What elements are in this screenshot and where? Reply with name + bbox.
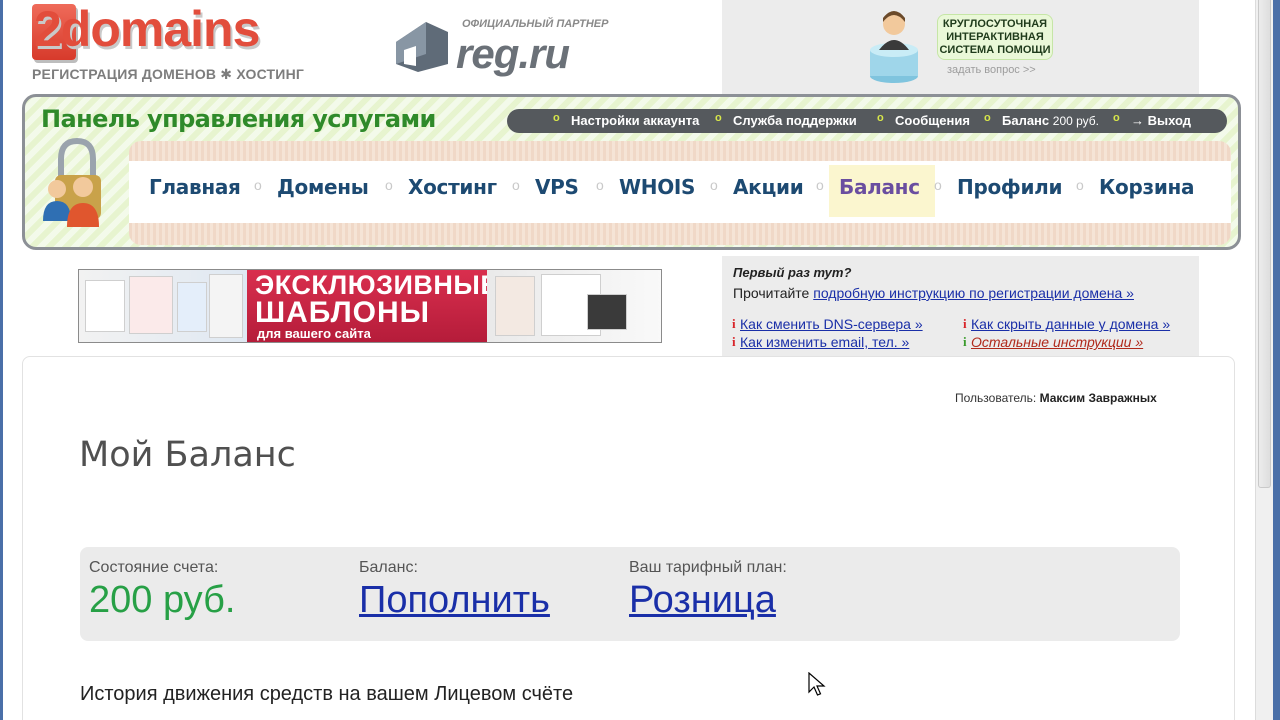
nav-cart[interactable]: Корзина <box>1099 175 1195 199</box>
nav-separator: o <box>596 177 604 193</box>
bullet-icon: o <box>984 112 991 124</box>
users-lock-icon <box>43 137 101 227</box>
logo-subtitle: РЕГИСТРАЦИЯ ДОМЕНОВ ✱ ХОСТИНГ <box>32 66 305 82</box>
help-bubble[interactable]: КРУГЛОСУТОЧНАЯ ИНТЕРАКТИВНАЯ СИСТЕМА ПОМ… <box>937 14 1053 60</box>
account-bar: o Настройки аккаунта o Служба поддержки … <box>507 109 1227 133</box>
info-icon: i <box>963 334 967 349</box>
read-prefix: Прочитайте <box>733 285 810 301</box>
tariff-plan-label: Ваш тарифный план: <box>629 559 787 576</box>
nav-home[interactable]: Главная <box>149 175 241 199</box>
templates-banner[interactable]: ЭКСКЛЮЗИВНЫЕ ШАБЛОНЫ для вашего сайта <box>78 269 662 343</box>
panel-title: Панель управления услугами <box>41 105 436 133</box>
ask-question-link[interactable]: задать вопрос >> <box>947 64 1036 76</box>
nav-balance[interactable]: Баланс <box>839 175 920 199</box>
nav-separator: o <box>1076 177 1084 193</box>
first-time-question: Первый раз тут? <box>733 265 852 280</box>
bullet-icon: o <box>553 112 560 124</box>
vertical-scrollbar[interactable] <box>1255 0 1273 720</box>
mouse-cursor-icon <box>808 672 826 696</box>
help-line-2: ИНТЕРАКТИВНАЯ <box>946 31 1044 43</box>
main-nav: Главная o Домены o Хостинг o VPS o WHOIS… <box>129 141 1231 245</box>
window-frame-left <box>0 0 3 720</box>
banner-screens-left <box>79 270 247 342</box>
messages-link[interactable]: Сообщения <box>895 113 970 128</box>
site-logo[interactable]: 2domains РЕГИСТРАЦИЯ ДОМЕНОВ ✱ ХОСТИНГ <box>30 1 320 86</box>
partner-name: reg.ru <box>456 30 570 77</box>
account-settings-link[interactable]: Настройки аккаунта <box>571 113 699 128</box>
tariff-plan-link[interactable]: Розница <box>629 579 776 622</box>
first-time-read: Прочитайте подробную инструкцию по регис… <box>733 285 1134 301</box>
nav-separator: o <box>816 177 824 193</box>
info-icon: i <box>963 316 967 331</box>
nav-separator: o <box>512 177 520 193</box>
house-icon <box>396 22 448 72</box>
info-icon: i <box>732 334 736 349</box>
bullet-icon: o <box>877 112 884 124</box>
banner-line-3: для вашего сайта <box>257 326 371 341</box>
balance-link[interactable]: Баланс 200 руб. <box>1002 113 1099 128</box>
logo-text: 2domains <box>34 1 260 57</box>
nav-domains[interactable]: Домены <box>277 175 369 199</box>
account-state-value: 200 руб. <box>89 579 236 621</box>
banner-screens-right <box>487 270 661 342</box>
nav-separator: o <box>710 177 718 193</box>
main-nav-inner: Главная o Домены o Хостинг o VPS o WHOIS… <box>129 161 1231 223</box>
balance-label: Баланс: <box>359 559 418 576</box>
nav-separator: o <box>254 177 262 193</box>
user-name: Максим Завражных <box>1039 391 1157 405</box>
operator-icon <box>870 11 918 83</box>
bullet-icon: o <box>715 112 722 124</box>
support-link[interactable]: Служба поддержки <box>733 113 857 128</box>
balance-value: 200 руб. <box>1052 114 1100 128</box>
partner-caption: ОФИЦИАЛЬНЫЙ ПАРТНЕР <box>462 18 609 30</box>
user-label: Пользователь: <box>955 391 1037 405</box>
page-title: Мой Баланс <box>79 435 296 475</box>
nav-separator: o <box>934 177 942 193</box>
nav-whois[interactable]: WHOIS <box>619 175 695 199</box>
bullet-icon: o <box>1113 112 1120 124</box>
balance-summary: Состояние счета: 200 руб. Баланс: Пополн… <box>80 547 1180 641</box>
nav-profiles[interactable]: Профили <box>957 175 1063 199</box>
banner-line-2: ШАБЛОНЫ <box>255 296 431 329</box>
banner-mock <box>85 280 125 332</box>
help-line-1: КРУГЛОСУТОЧНАЯ <box>942 18 1048 30</box>
banner-mock <box>587 294 627 330</box>
main-content: Пользователь: Максим Завражных Мой Балан… <box>22 356 1235 720</box>
scrollbar-thumb[interactable] <box>1258 0 1271 488</box>
help-system-box: КРУГЛОСУТОЧНАЯ ИНТЕРАКТИВНАЯ СИСТЕМА ПОМ… <box>722 0 1199 94</box>
registration-guide-link[interactable]: подробную инструкцию по регистрации доме… <box>813 285 1134 301</box>
change-email-link[interactable]: Как изменить email, тел. » <box>740 334 909 350</box>
partner-logo[interactable]: ОФИЦИАЛЬНЫЙ ПАРТНЕР reg.ru <box>390 16 630 77</box>
service-panel: Панель управления услугами o Настройки а… <box>22 94 1241 250</box>
info-icon: i <box>732 316 736 331</box>
window-frame-right <box>1273 0 1280 720</box>
account-state-label: Состояние счета: <box>89 559 219 576</box>
user-line: Пользователь: Максим Завражных <box>955 391 1157 405</box>
balance-label: Баланс <box>1002 113 1050 128</box>
top-up-link[interactable]: Пополнить <box>359 579 550 622</box>
other-instructions-link[interactable]: Остальные инструкции » <box>971 334 1143 350</box>
banner-mock <box>495 276 535 336</box>
hide-domain-data-link[interactable]: Как скрыть данные у домена » <box>971 316 1170 332</box>
history-title: История движения средств на вашем Лицево… <box>80 683 574 705</box>
first-time-box: Первый раз тут? Прочитайте подробную инс… <box>722 256 1199 356</box>
banner-mock <box>129 276 173 334</box>
nav-hosting[interactable]: Хостинг <box>408 175 497 199</box>
logout-link[interactable]: → Выход <box>1131 113 1191 128</box>
help-line-3: СИСТЕМА ПОМОЩИ <box>939 44 1051 56</box>
change-dns-link[interactable]: Как сменить DNS-сервера » <box>740 316 923 332</box>
banner-mock <box>209 274 243 338</box>
nav-promo[interactable]: Акции <box>733 175 804 199</box>
nav-separator: o <box>385 177 393 193</box>
nav-vps[interactable]: VPS <box>535 175 579 199</box>
banner-mock <box>177 282 207 332</box>
